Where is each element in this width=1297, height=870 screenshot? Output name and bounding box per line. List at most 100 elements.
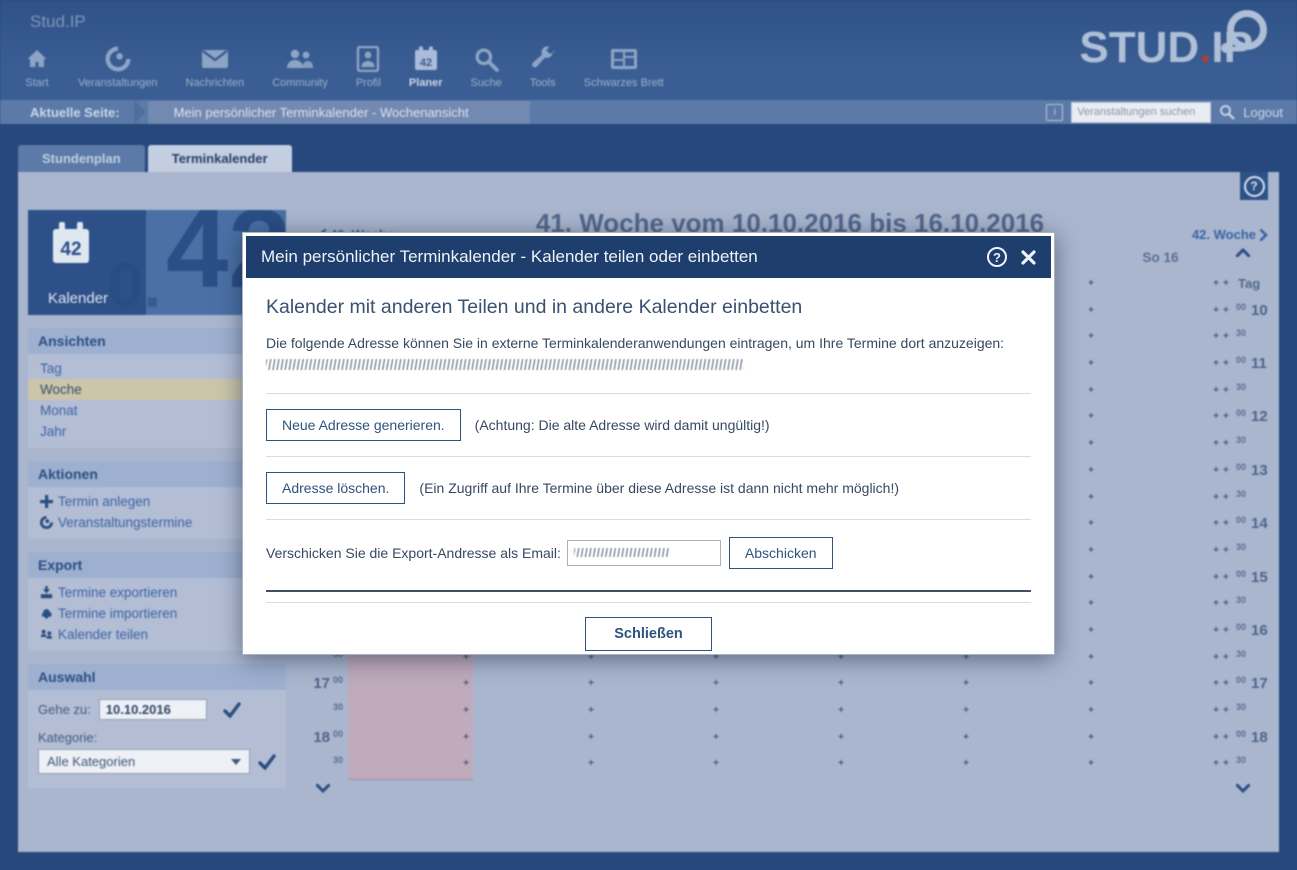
dialog-help-icon[interactable]: ?: [987, 247, 1007, 267]
add-appointment-icon[interactable]: +: [1213, 492, 1219, 503]
add-appointment-icon[interactable]: +: [838, 732, 844, 743]
nav-item-profil[interactable]: Profil: [342, 44, 395, 89]
add-appointment-icon[interactable]: +: [1223, 465, 1229, 476]
add-appointment-icon[interactable]: +: [1088, 732, 1094, 743]
scroll-down-right-icon[interactable]: [1236, 784, 1250, 793]
add-appointment-icon[interactable]: +: [1088, 652, 1094, 663]
tab-terminkalender[interactable]: Terminkalender: [148, 145, 292, 172]
add-appointment-icon[interactable]: +: [1088, 598, 1094, 609]
day-cell[interactable]: +: [1098, 646, 1223, 673]
add-appointment-icon[interactable]: +: [1223, 278, 1229, 289]
goto-date-input[interactable]: [99, 699, 207, 720]
add-appointment-icon[interactable]: +: [1088, 385, 1094, 396]
add-appointment-icon[interactable]: +: [1088, 545, 1094, 556]
add-appointment-icon[interactable]: +: [963, 758, 969, 769]
day-cell[interactable]: +: [348, 752, 473, 780]
next-week-link[interactable]: 42. Woche: [1168, 227, 1268, 242]
nav-item-schwarzes-brett[interactable]: Schwarzes Brett: [570, 44, 678, 89]
nav-item-suche[interactable]: Suche: [457, 44, 516, 89]
add-appointment-icon[interactable]: +: [588, 678, 594, 689]
tab-stundenplan[interactable]: Stundenplan: [18, 145, 145, 172]
goto-confirm-icon[interactable]: [223, 702, 241, 718]
day-cell[interactable]: +: [723, 699, 848, 726]
day-cell[interactable]: +: [1098, 405, 1223, 432]
nav-item-veranstaltungen[interactable]: Veranstaltungen: [64, 44, 172, 89]
add-appointment-icon[interactable]: +: [1213, 305, 1219, 316]
day-cell[interactable]: +: [598, 752, 723, 779]
category-select[interactable]: Alle Kategorien: [38, 749, 250, 774]
add-appointment-icon[interactable]: +: [463, 678, 469, 689]
add-appointment-icon[interactable]: +: [963, 732, 969, 743]
add-appointment-icon[interactable]: +: [463, 758, 469, 769]
add-appointment-icon[interactable]: +: [1223, 678, 1229, 689]
day-cell[interactable]: +: [1098, 752, 1223, 779]
add-appointment-icon[interactable]: +: [588, 758, 594, 769]
add-appointment-icon[interactable]: +: [1223, 385, 1229, 396]
add-appointment-icon[interactable]: +: [838, 678, 844, 689]
day-cell[interactable]: +: [1098, 272, 1223, 299]
nav-item-nachrichten[interactable]: Nachrichten: [172, 44, 259, 89]
add-appointment-icon[interactable]: +: [1088, 758, 1094, 769]
day-cell[interactable]: +: [848, 699, 973, 726]
add-appointment-icon[interactable]: +: [1088, 438, 1094, 449]
day-cell[interactable]: +: [1098, 726, 1223, 753]
day-cell[interactable]: +: [473, 726, 598, 753]
add-appointment-icon[interactable]: +: [588, 705, 594, 716]
delete-address-button[interactable]: Adresse löschen.: [266, 472, 405, 504]
add-appointment-icon[interactable]: +: [1213, 705, 1219, 716]
send-email-button[interactable]: Abschicken: [729, 537, 833, 569]
add-appointment-icon[interactable]: +: [588, 732, 594, 743]
nav-item-planer[interactable]: 42Planer: [395, 44, 457, 89]
day-cell[interactable]: +: [973, 752, 1098, 779]
logout-link[interactable]: Logout: [1243, 105, 1283, 120]
add-appointment-icon[interactable]: +: [1088, 678, 1094, 689]
day-cell[interactable]: +: [1098, 325, 1223, 352]
add-appointment-icon[interactable]: +: [1223, 625, 1229, 636]
add-appointment-icon[interactable]: +: [1088, 411, 1094, 422]
day-cell[interactable]: +: [1098, 352, 1223, 379]
generate-address-button[interactable]: Neue Adresse generieren.: [266, 409, 461, 441]
day-cell[interactable]: +: [848, 752, 973, 779]
add-appointment-icon[interactable]: +: [1213, 545, 1219, 556]
add-appointment-icon[interactable]: +: [1088, 278, 1094, 289]
day-cell[interactable]: +: [973, 699, 1098, 726]
category-confirm-icon[interactable]: [258, 754, 276, 770]
day-cell[interactable]: +: [473, 752, 598, 779]
day-cell[interactable]: +: [473, 699, 598, 726]
add-appointment-icon[interactable]: +: [1213, 518, 1219, 529]
add-appointment-icon[interactable]: +: [963, 705, 969, 716]
add-appointment-icon[interactable]: +: [963, 678, 969, 689]
scroll-up-icon[interactable]: [1236, 248, 1250, 257]
add-appointment-icon[interactable]: +: [1223, 411, 1229, 422]
day-cell[interactable]: +: [1098, 299, 1223, 326]
scroll-down-left-icon[interactable]: [316, 784, 330, 793]
day-cell[interactable]: +: [348, 672, 473, 700]
day-cell[interactable]: +: [1098, 699, 1223, 726]
day-cell[interactable]: +: [1098, 539, 1223, 566]
add-appointment-icon[interactable]: +: [1088, 518, 1094, 529]
day-cell[interactable]: +: [973, 672, 1098, 699]
add-appointment-icon[interactable]: +: [1213, 438, 1219, 449]
add-appointment-icon[interactable]: +: [1213, 652, 1219, 663]
day-cell[interactable]: +: [598, 699, 723, 726]
day-cell[interactable]: +: [1098, 459, 1223, 486]
nav-item-start[interactable]: Start: [10, 44, 64, 89]
add-appointment-icon[interactable]: +: [1088, 331, 1094, 342]
nav-item-tools[interactable]: Tools: [516, 44, 570, 89]
add-appointment-icon[interactable]: +: [838, 705, 844, 716]
add-appointment-icon[interactable]: +: [713, 732, 719, 743]
help-button[interactable]: ?: [1240, 172, 1268, 200]
add-appointment-icon[interactable]: +: [713, 678, 719, 689]
add-appointment-icon[interactable]: +: [1223, 358, 1229, 369]
day-cell[interactable]: +: [1098, 592, 1223, 619]
dialog-close-icon[interactable]: [1021, 250, 1036, 265]
add-appointment-icon[interactable]: +: [1213, 678, 1219, 689]
day-cell[interactable]: +: [1098, 619, 1223, 646]
day-cell[interactable]: +: [723, 752, 848, 779]
add-appointment-icon[interactable]: +: [838, 758, 844, 769]
add-appointment-icon[interactable]: +: [1088, 492, 1094, 503]
add-appointment-icon[interactable]: +: [1213, 358, 1219, 369]
day-cell[interactable]: +: [723, 726, 848, 753]
add-appointment-icon[interactable]: +: [1088, 305, 1094, 316]
add-appointment-icon[interactable]: +: [1213, 278, 1219, 289]
